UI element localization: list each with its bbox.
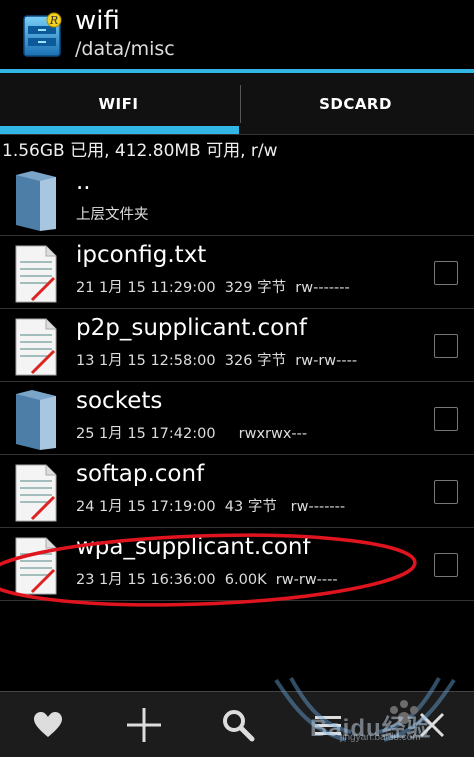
add-button[interactable] xyxy=(120,702,168,748)
file-meta: 上层文件夹 xyxy=(76,207,149,223)
list-item[interactable]: ipconfig.txt 21 1月 15 11:29:00 329 字节 rw… xyxy=(0,236,474,309)
file-meta: 21 1月 15 11:29:00 329 字节 rw------- xyxy=(76,280,350,296)
list-item[interactable]: .. 上层文件夹 xyxy=(0,163,474,236)
text-file-icon xyxy=(15,245,57,303)
file-name: p2p_supplicant.conf xyxy=(76,315,307,341)
file-meta: 24 1月 15 17:19:00 43 字节 rw------- xyxy=(76,499,346,515)
window-title: wifi xyxy=(75,6,120,36)
list-item[interactable]: p2p_supplicant.conf 13 1月 15 12:58:00 32… xyxy=(0,309,474,382)
file-name: sockets xyxy=(76,388,163,414)
text-file-icon xyxy=(15,537,57,595)
svg-text:R: R xyxy=(49,14,58,27)
file-meta: 23 1月 15 16:36:00 6.00K rw-rw---- xyxy=(76,572,338,588)
title-bar: R wifi /data/misc xyxy=(0,0,474,73)
text-file-icon xyxy=(15,318,57,376)
select-checkbox[interactable] xyxy=(434,407,458,431)
search-button[interactable] xyxy=(214,702,262,748)
current-path: /data/misc xyxy=(75,38,175,60)
list-item[interactable]: sockets 25 1月 15 17:42:00 rwxrwx--- xyxy=(0,382,474,455)
tab-sdcard[interactable]: SDCARD xyxy=(237,73,474,135)
root-explorer-icon[interactable]: R xyxy=(22,12,64,58)
file-meta: 25 1月 15 17:42:00 rwxrwx--- xyxy=(76,426,308,442)
file-name: softap.conf xyxy=(76,461,205,487)
plus-icon xyxy=(127,708,161,742)
file-name: ipconfig.txt xyxy=(76,242,207,268)
tab-bar: WIFI SDCARD xyxy=(0,73,474,135)
list-item[interactable]: softap.conf 24 1月 15 17:19:00 43 字节 rw--… xyxy=(0,455,474,528)
heart-icon xyxy=(34,712,62,737)
folder-icon xyxy=(16,390,56,450)
select-checkbox[interactable] xyxy=(434,553,458,577)
file-name: wpa_supplicant.conf xyxy=(76,534,311,560)
select-checkbox[interactable] xyxy=(434,261,458,285)
storage-info: 1.56GB 已用, 412.80MB 可用, r/w xyxy=(2,141,278,161)
favorites-button[interactable] xyxy=(24,702,72,748)
select-checkbox[interactable] xyxy=(434,334,458,358)
search-icon xyxy=(223,710,255,742)
tab-selected-indicator xyxy=(0,126,239,134)
select-checkbox[interactable] xyxy=(434,480,458,504)
list-item[interactable]: wpa_supplicant.conf 23 1月 15 16:36:00 6.… xyxy=(0,528,474,601)
file-meta: 13 1月 15 12:58:00 326 字节 rw-rw---- xyxy=(76,353,358,369)
watermark-url: jingyan.baidu.com xyxy=(340,732,421,743)
folder-icon xyxy=(16,171,56,231)
text-file-icon xyxy=(15,464,57,522)
file-name: .. xyxy=(76,169,91,195)
